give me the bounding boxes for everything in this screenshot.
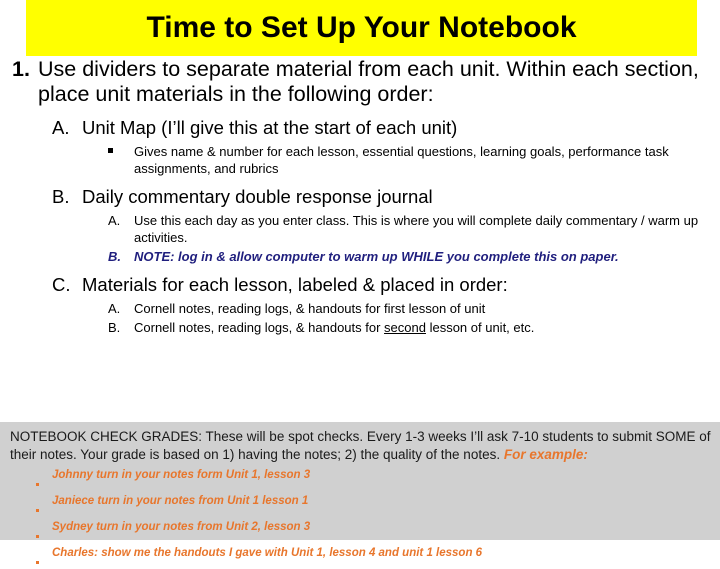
outline-item-a: A. Unit Map (I’ll give this at the start… [0, 117, 720, 139]
list-item: Johnny turn in your notes form Unit 1, l… [0, 468, 720, 491]
outline-item-b-sub-b-marker: B. [108, 248, 121, 264]
notebook-check-panel: NOTEBOOK CHECK GRADES: These will be spo… [0, 422, 720, 564]
outline-item-c-sub-b-text-before: Cornell notes, reading logs, & handouts … [134, 320, 385, 336]
outline-item-1-text: Use dividers to separate material from e… [38, 57, 699, 107]
outline-item-1: 1. Use dividers to separate material fro… [0, 57, 720, 108]
outline-item-b-sub-b: B. NOTE: log in & allow computer to warm… [0, 249, 720, 266]
square-bullet-icon [108, 144, 134, 161]
outline-item-c-sub-b-text-underlined: second [384, 320, 426, 336]
outline-item-b-sub-a-marker: A. [108, 213, 121, 229]
dot-bullet-icon [36, 468, 52, 491]
outline-item-a-sub1: Gives name & number for each lesson, ess… [0, 144, 720, 177]
outline-item-c-sub-b-marker: B. [108, 320, 121, 336]
outline-item-c-text: Materials for each lesson, labeled & pla… [82, 274, 508, 296]
title-banner: Time to Set Up Your Notebook [26, 0, 697, 56]
list-item: Charles: show me the handouts I gave wit… [0, 546, 720, 569]
notebook-check-examples-list: Johnny turn in your notes form Unit 1, l… [0, 468, 720, 569]
notebook-check-paragraph-main: NOTEBOOK CHECK GRADES: These will be spo… [10, 429, 711, 462]
outline-item-b-marker: B. [52, 186, 70, 208]
outline-item-b-sub-a: A. Use this each day as you enter class.… [0, 213, 720, 246]
list-item-label: Sydney turn in your notes from Unit 2, l… [52, 520, 311, 533]
outline-item-a-marker: A. [52, 116, 70, 138]
notebook-check-for-example: For example: [503, 446, 588, 462]
outline-item-c-sub-b: B. Cornell notes, reading logs, & handou… [0, 320, 720, 337]
list-item: Janiece turn in your notes from Unit 1 l… [0, 494, 720, 517]
outline-item-c-sub-a-marker: A. [108, 301, 121, 317]
outline-item-b-text: Daily commentary double response journal [82, 186, 433, 208]
list-item-label: Johnny turn in your notes form Unit 1, l… [52, 468, 311, 481]
page-title: Time to Set Up Your Notebook [146, 11, 577, 44]
outline-body: 1. Use dividers to separate material fro… [0, 57, 720, 337]
outline-item-b-sub-a-text: Use this each day as you enter class. Th… [134, 213, 699, 245]
dot-bullet-icon [36, 520, 52, 543]
outline-item-1-marker: 1. [12, 57, 30, 81]
notebook-check-paragraph: NOTEBOOK CHECK GRADES: These will be spo… [0, 422, 720, 464]
dot-bullet-icon [36, 494, 52, 517]
outline-item-c: C. Materials for each lesson, labeled & … [0, 274, 720, 296]
list-item-label: Charles: show me the handouts I gave wit… [52, 546, 483, 559]
outline-item-a-sub1-text: Gives name & number for each lesson, ess… [134, 143, 669, 176]
outline-item-c-sub-a: A. Cornell notes, reading logs, & handou… [0, 301, 720, 318]
outline-item-c-sub-b-text-after: lesson of unit, etc. [425, 320, 535, 336]
list-item: Sydney turn in your notes from Unit 2, l… [0, 520, 720, 543]
dot-bullet-icon [36, 546, 52, 569]
outline-item-c-sub-b-text: Cornell notes, reading logs, & handouts … [134, 320, 704, 337]
outline-item-a-text: Unit Map (I’ll give this at the start of… [82, 116, 458, 138]
outline-item-b: B. Daily commentary double response jour… [0, 186, 720, 208]
outline-item-c-marker: C. [52, 274, 71, 296]
outline-item-c-sub-a-text: Cornell notes, reading logs, & handouts … [134, 301, 486, 317]
outline-item-b-sub-b-text: NOTE: log in & allow computer to warm up… [134, 248, 619, 264]
list-item-label: Janiece turn in your notes from Unit 1 l… [52, 494, 309, 507]
